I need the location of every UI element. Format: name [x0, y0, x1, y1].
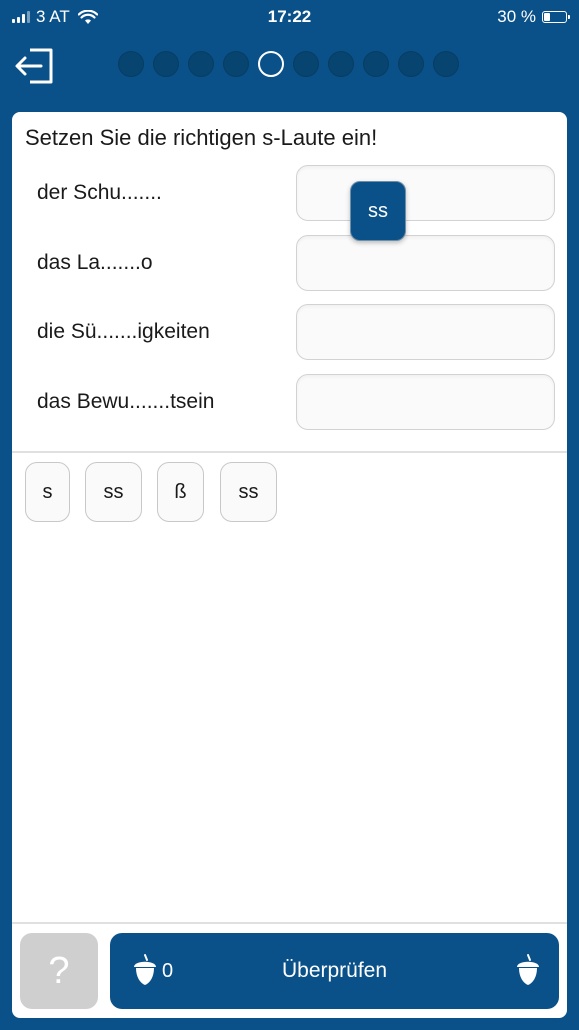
status-bar: 3 AT 17:22 30 %	[0, 0, 579, 34]
check-button-label: Überprüfen	[281, 959, 388, 982]
section-divider	[12, 451, 567, 453]
answer-drop-slot[interactable]	[296, 235, 555, 291]
answer-tile[interactable]: s	[25, 462, 70, 522]
battery-fill	[544, 13, 550, 21]
word-label: die Sü.......igkeiten	[37, 320, 210, 343]
bottom-bar: ? 0 Überprüfen	[12, 924, 567, 1018]
progress-dot	[363, 51, 389, 77]
status-time: 17:22	[267, 7, 312, 26]
word-label: das La.......o	[37, 251, 153, 274]
answer-drop-slot[interactable]	[296, 304, 555, 360]
progress-indicator	[118, 51, 459, 77]
progress-dot	[398, 51, 424, 77]
answer-tile[interactable]: ß	[157, 462, 204, 522]
status-right: 30 %	[497, 7, 570, 27]
exit-icon	[15, 48, 53, 84]
exit-button[interactable]	[14, 45, 56, 87]
progress-dot	[223, 51, 249, 77]
battery-percent: 30 %	[497, 7, 536, 26]
word-label: der Schu.......	[37, 181, 162, 204]
help-button[interactable]: ?	[20, 933, 98, 1009]
acorn-icon	[517, 954, 539, 985]
progress-dot-current	[258, 51, 284, 77]
exercise-row: das La.......o	[12, 235, 567, 291]
exercise-instruction: Setzen Sie die richtigen s-Laute ein!	[25, 125, 378, 150]
answer-tile[interactable]: ss	[85, 462, 142, 522]
progress-dot	[328, 51, 354, 77]
exercise-row: das Bewu.......tsein	[12, 374, 567, 430]
exercise-row: die Sü.......igkeiten	[12, 304, 567, 360]
word-label: das Bewu.......tsein	[37, 390, 215, 413]
exercise-row: der Schu.......	[12, 165, 567, 221]
battery-icon	[542, 11, 570, 23]
answer-drop-slot[interactable]	[296, 374, 555, 430]
progress-dot	[118, 51, 144, 77]
answer-drop-slot[interactable]	[296, 165, 555, 221]
check-button[interactable]: 0 Überprüfen	[110, 933, 559, 1009]
answer-tile[interactable]: ss	[220, 462, 277, 522]
progress-dot	[153, 51, 179, 77]
progress-dot	[433, 51, 459, 77]
progress-dot	[188, 51, 214, 77]
dragging-answer-tile[interactable]: ss	[350, 181, 406, 241]
exercise-card: Setzen Sie die richtigen s-Laute ein! de…	[12, 112, 567, 1018]
progress-dot	[293, 51, 319, 77]
